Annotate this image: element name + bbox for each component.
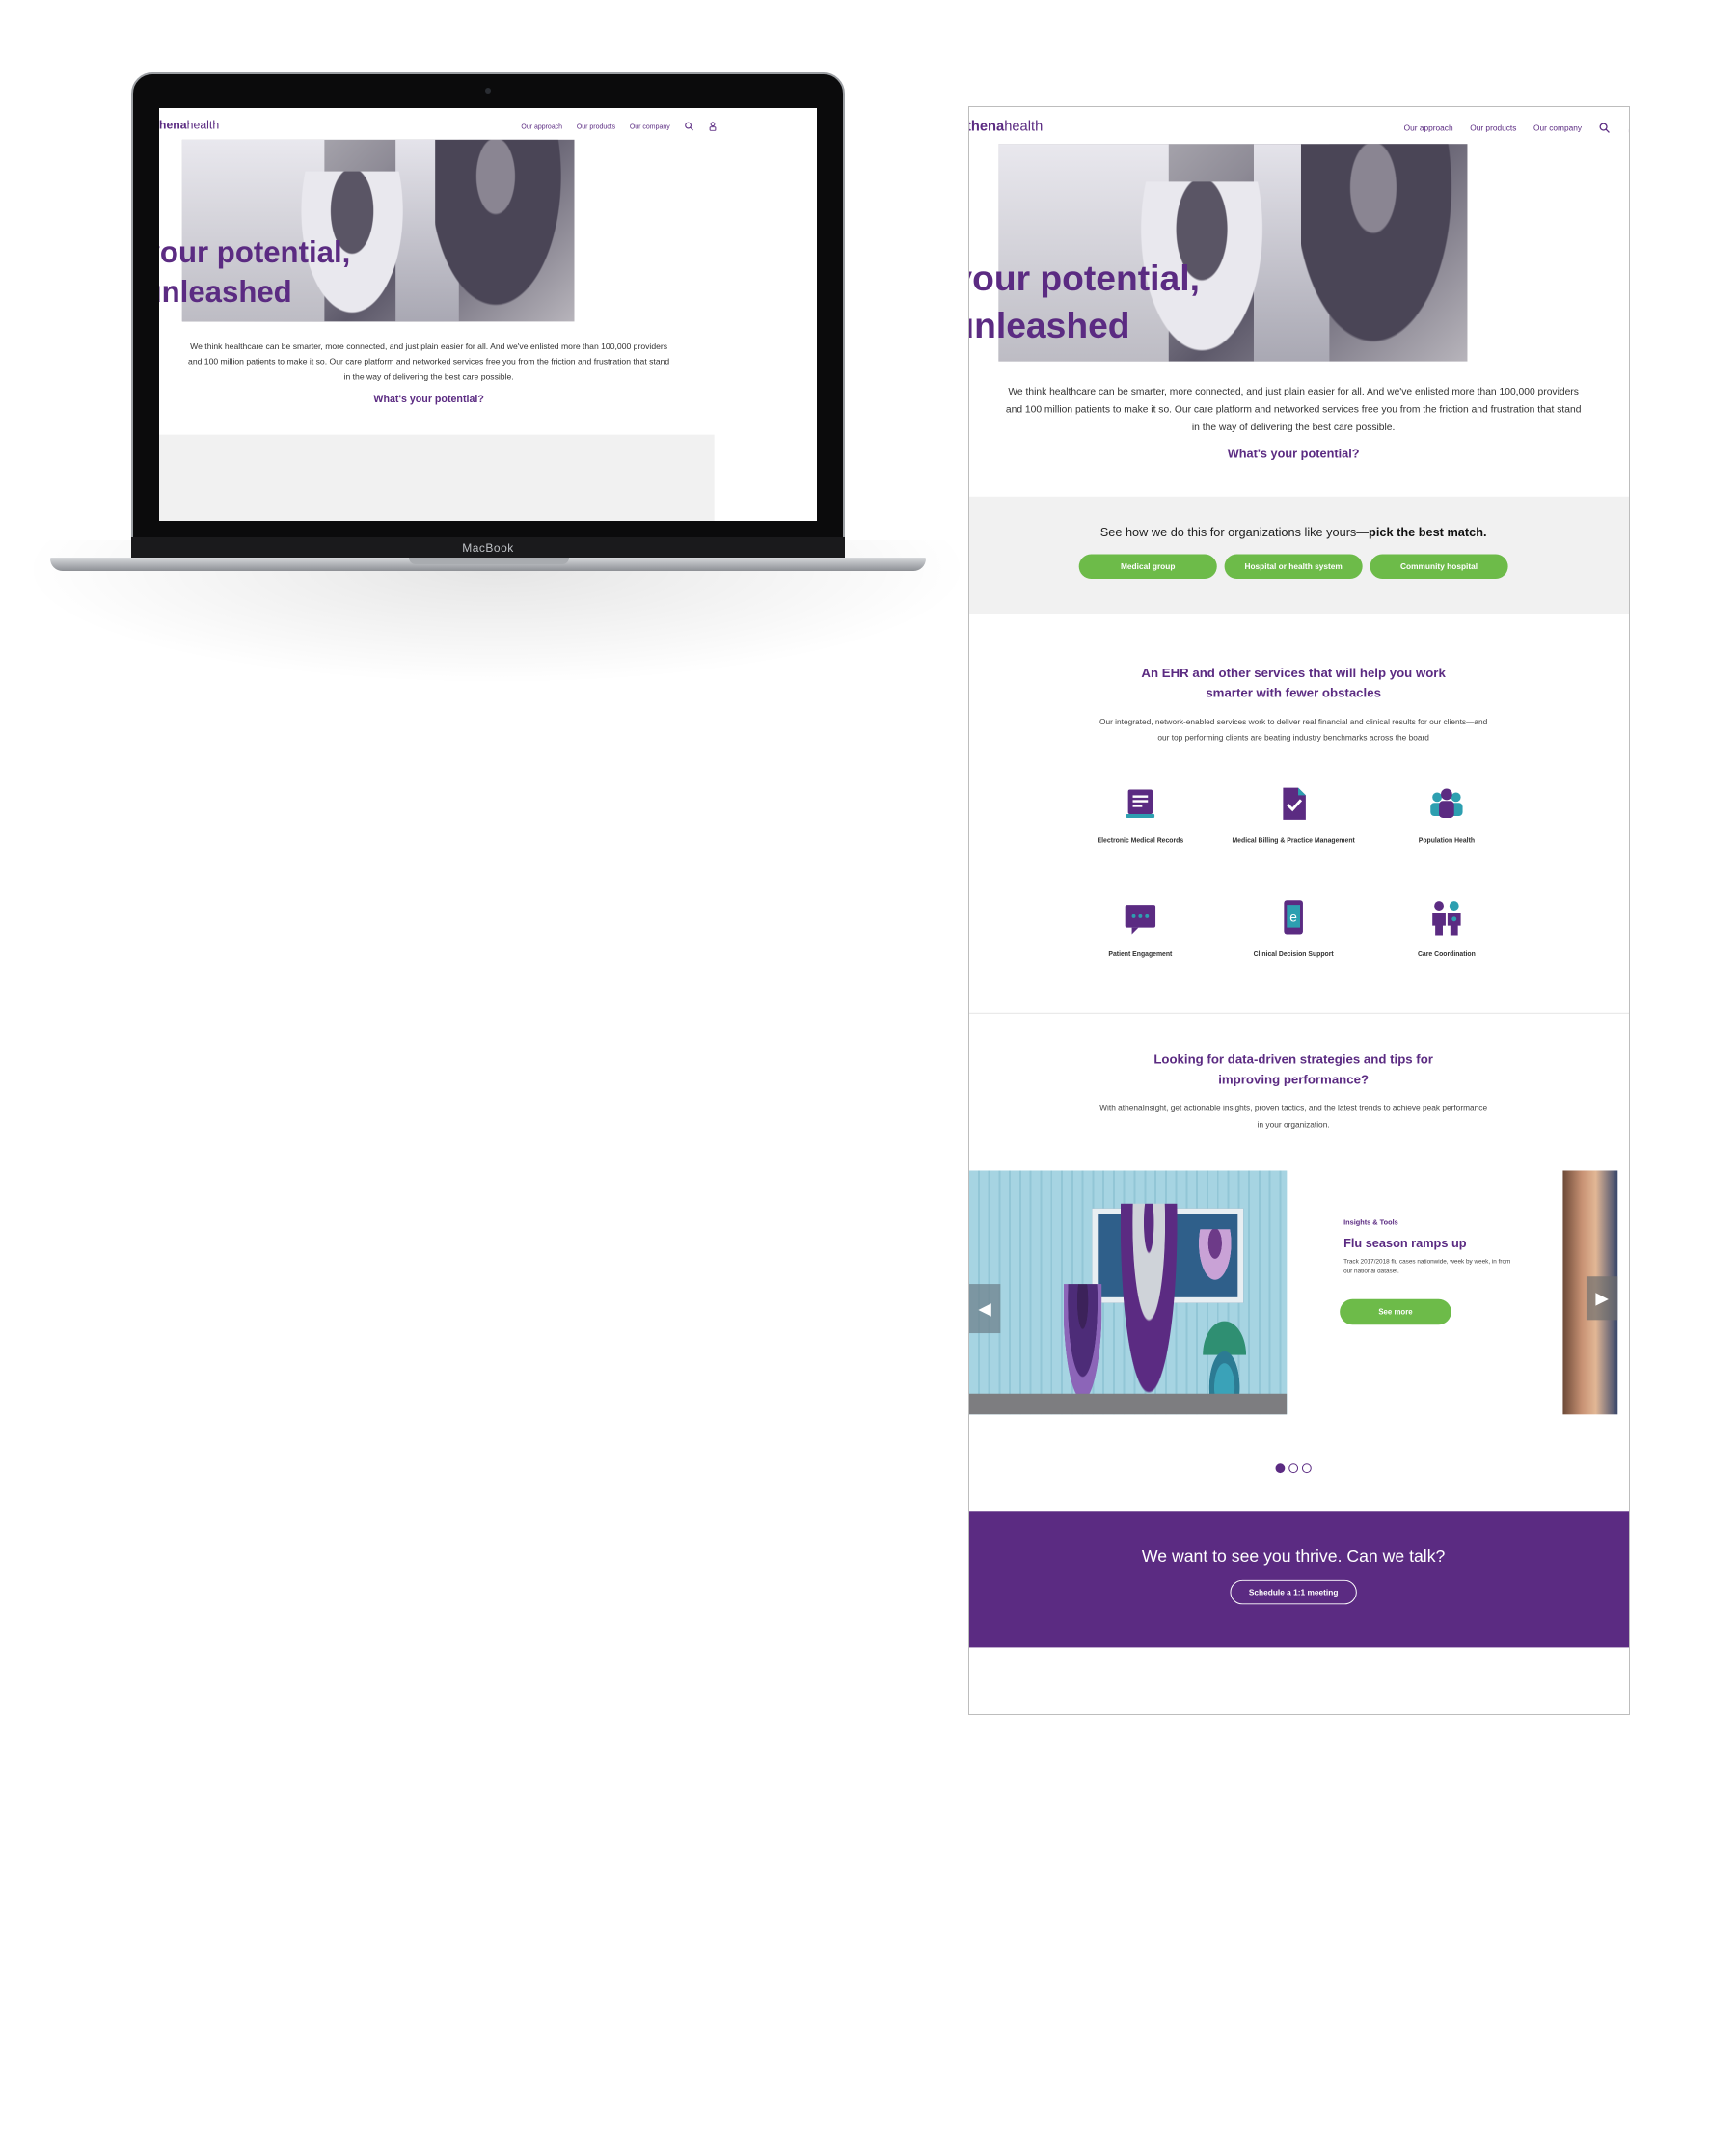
carousel-dots [969, 1463, 1629, 1474]
services-heading: An EHR and other services that will help… [1141, 666, 1446, 700]
slide-title: Flu season ramps up [1343, 1236, 1467, 1250]
site-header: ❦athenahealth Our approach Our products … [969, 107, 1630, 144]
nav-our-approach[interactable]: Our approach [521, 123, 562, 130]
search-icon[interactable] [1599, 123, 1611, 134]
match-box: See how we do this for organizations lik… [969, 496, 1629, 614]
slide-description: Track 2017/2018 flu cases nationwide, we… [1343, 1258, 1511, 1275]
insights-carousel: ◀ Insights & Tools Flu season ramps up T… [969, 1170, 1618, 1415]
service-clinical-decision[interactable]: e Clinical Decision Support [1217, 897, 1370, 976]
mobile-e-icon: e [1284, 900, 1303, 935]
cta-banner: We want to see you thrive. Can we talk? … [969, 1511, 1629, 1648]
main-nav: Our approach Our products Our company [521, 122, 717, 131]
website-preview-laptop: ❦athenahealth Our approach Our products … [159, 108, 769, 521]
cta-title: We want to see you thrive. Can we talk? [1141, 1546, 1446, 1567]
hero-title: your potential, unleashed [159, 235, 351, 310]
potential-link[interactable]: What's your potential? [159, 393, 768, 404]
main-nav: Our approach Our products Our company [1404, 123, 1630, 134]
slide-content: Insights & Tools Flu season ramps up Tra… [1343, 1217, 1533, 1276]
nav-our-company[interactable]: Our company [1533, 123, 1582, 133]
laptop-camera [485, 88, 491, 94]
match-prompt: See how we do this for organizations lik… [1099, 525, 1487, 539]
services-description: Our integrated, network-enabled services… [1099, 717, 1488, 743]
medical-group-button[interactable]: Medical group [1078, 554, 1217, 579]
match-box-partial [159, 434, 715, 521]
service-care-coordination[interactable]: Care Coordination [1370, 897, 1524, 976]
hero: your potential, unleashed [159, 139, 768, 326]
svg-text:e: e [1289, 911, 1297, 925]
laptop-brand-label: MacBook [462, 541, 514, 555]
athenahealth-logo[interactable]: ❦athenahealth [969, 118, 1043, 135]
community-hospital-button[interactable]: Community hospital [1370, 554, 1508, 579]
user-icon[interactable] [1627, 123, 1630, 134]
nav-our-approach[interactable]: Our approach [1404, 123, 1453, 133]
chat-bubble-icon [1125, 905, 1156, 935]
intro-text: We think healthcare can be smarter, more… [1005, 386, 1582, 434]
hospital-button[interactable]: Hospital or health system [1224, 554, 1363, 579]
people-group-icon [1430, 788, 1463, 818]
section-divider [969, 1012, 1629, 1014]
carousel-dot-3[interactable] [1301, 1463, 1312, 1474]
athenahealth-logo[interactable]: ❦athenahealth [159, 118, 219, 132]
see-more-button[interactable]: See more [1340, 1298, 1451, 1325]
nav-our-products[interactable]: Our products [1470, 123, 1516, 133]
nav-our-products[interactable]: Our products [577, 123, 615, 130]
insights-section: Looking for data-driven strategies and t… [969, 1050, 1629, 1133]
insights-heading: Looking for data-driven strategies and t… [1153, 1051, 1433, 1087]
service-billing[interactable]: Medical Billing & Practice Management [1217, 784, 1370, 863]
hero-title: your potential, unleashed [968, 259, 1200, 346]
site-header: ❦athenahealth Our approach Our products … [159, 108, 768, 140]
two-people-icon [1432, 901, 1461, 936]
search-icon[interactable] [684, 122, 693, 131]
service-emr[interactable]: Electronic Medical Records [1064, 784, 1217, 863]
user-icon[interactable] [708, 122, 718, 131]
carousel-next-button[interactable]: ▶ [1586, 1276, 1618, 1321]
flu-illustration [969, 1170, 1288, 1415]
billing-check-icon [1283, 787, 1306, 820]
match-buttons: Medical group Hospital or health system … [969, 554, 1629, 579]
carousel-prev-button[interactable]: ◀ [969, 1284, 1001, 1334]
service-patient-engagement[interactable]: Patient Engagement [1064, 897, 1217, 976]
document-icon [1126, 789, 1155, 818]
nav-our-company[interactable]: Our company [630, 123, 670, 130]
carousel-dot-2[interactable] [1288, 1463, 1299, 1474]
potential-link[interactable]: What's your potential? [969, 447, 1629, 461]
services-grid: Electronic Medical Records Medical Billi… [969, 784, 1629, 977]
intro-text: We think healthcare can be smarter, more… [188, 341, 670, 382]
website-full: ❦athenahealth Our approach Our products … [968, 107, 1630, 1648]
service-population-health[interactable]: Population Health [1370, 784, 1524, 863]
laptop-notch [409, 558, 569, 564]
services-section: An EHR and other services that will help… [969, 663, 1629, 977]
schedule-meeting-button[interactable]: Schedule a 1:1 meeting [1230, 1579, 1357, 1605]
slide-kicker: Insights & Tools [1343, 1217, 1398, 1227]
carousel-dot-1[interactable] [1275, 1463, 1286, 1474]
laptop-screen: ❦athenahealth Our approach Our products … [159, 108, 817, 521]
full-page-preview: ❦athenahealth Our approach Our products … [968, 106, 1630, 1715]
hero: your potential, unleashed [968, 144, 1629, 366]
insights-description: With athenaInsight, get actionable insig… [1099, 1103, 1488, 1130]
